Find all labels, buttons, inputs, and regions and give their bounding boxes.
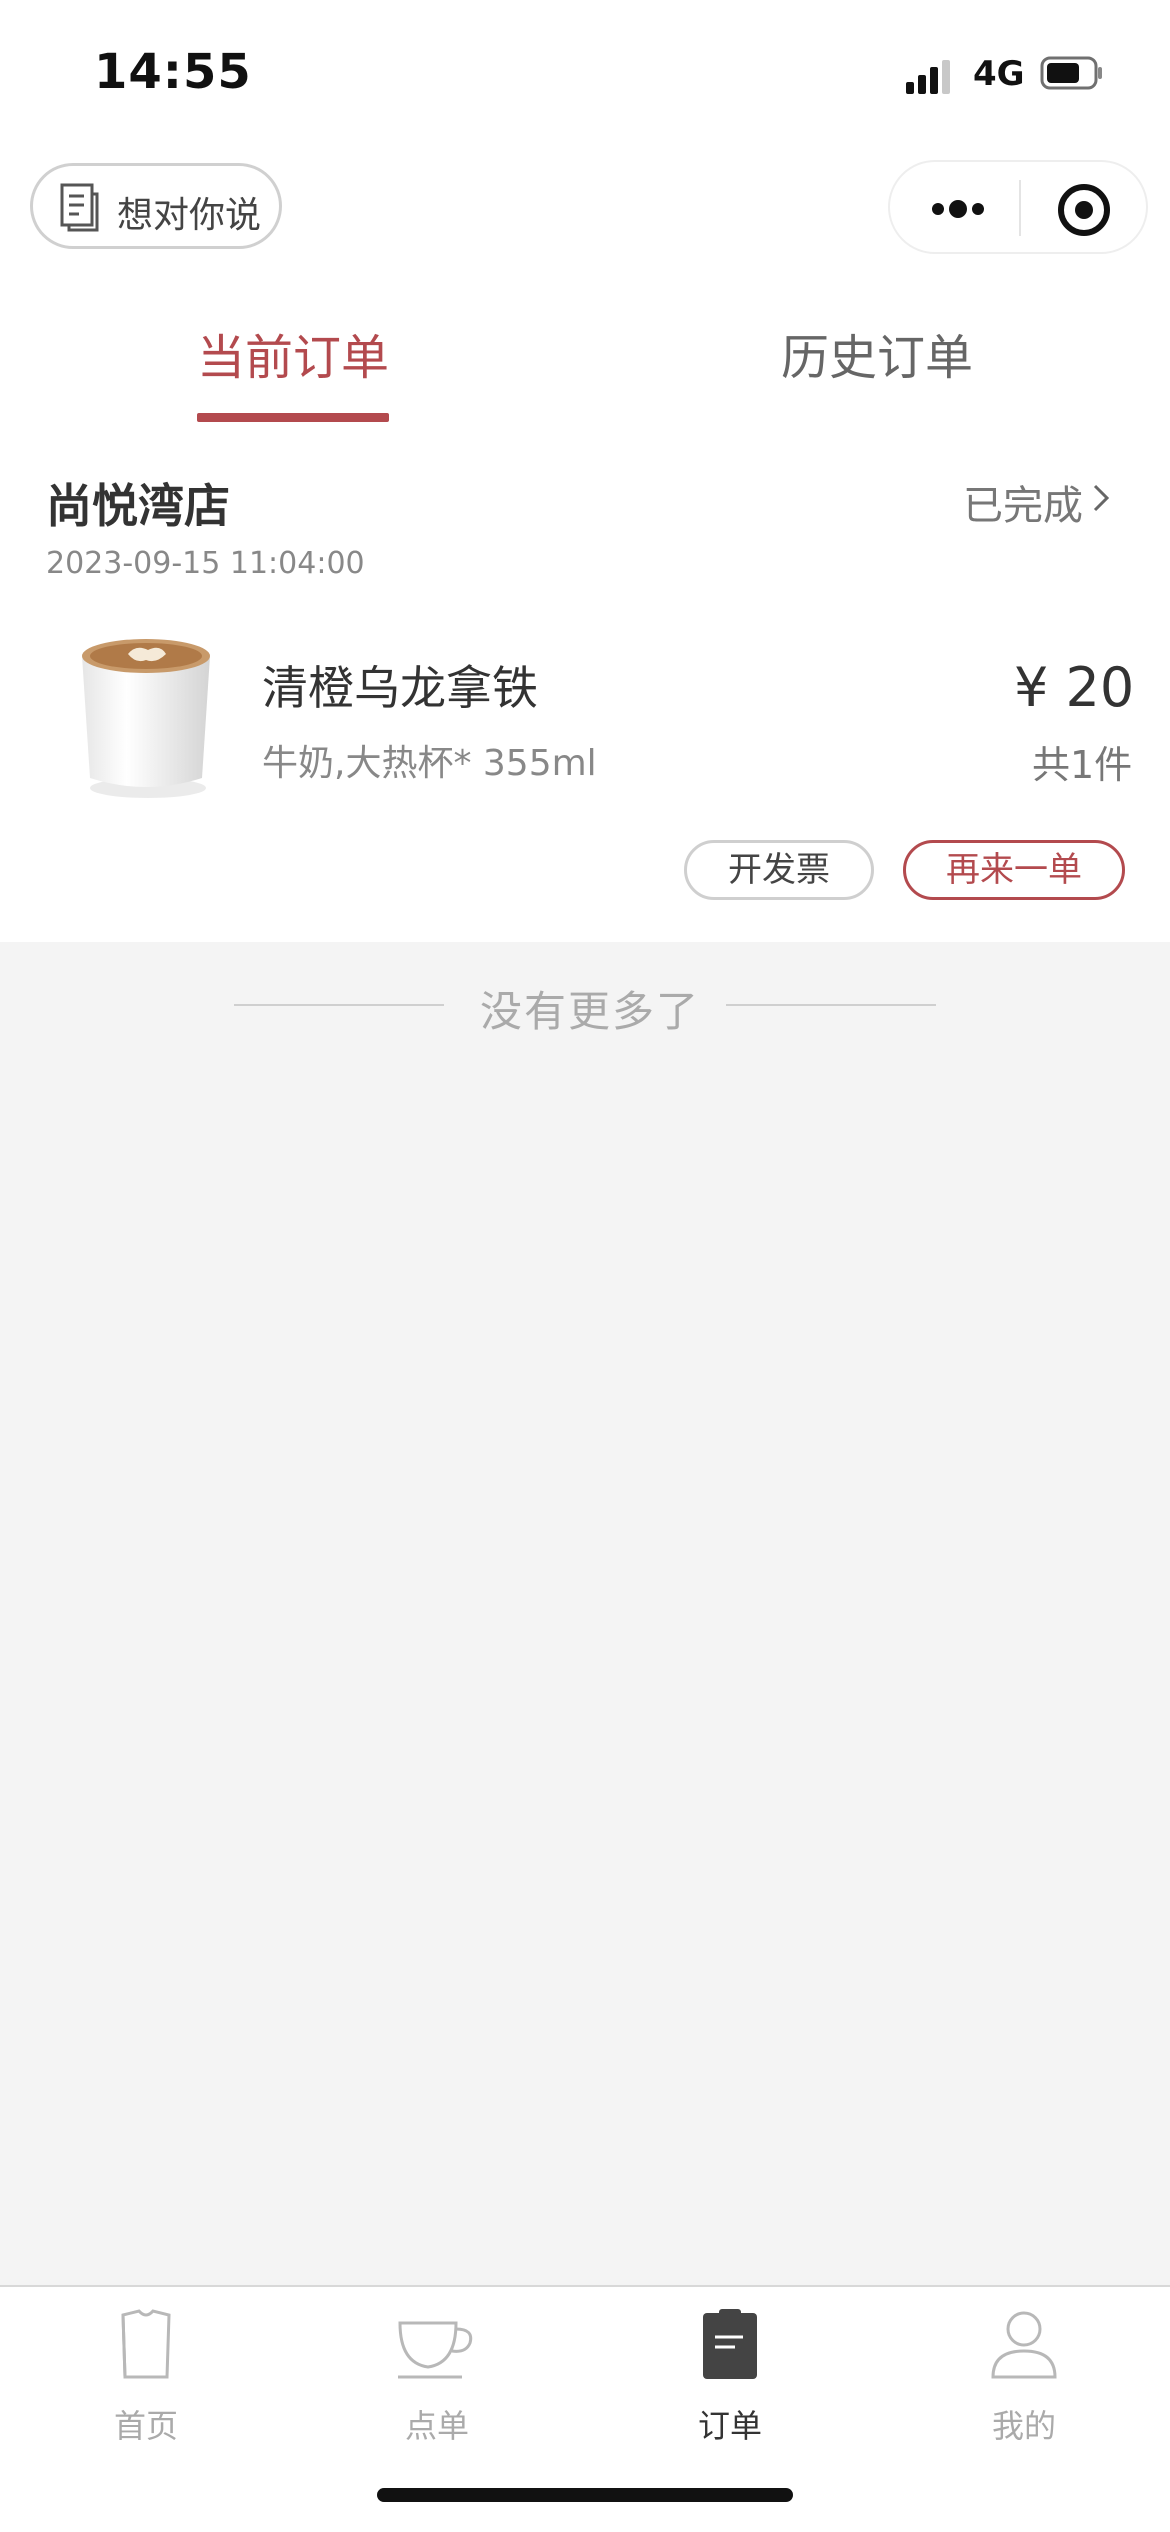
- signal-bars-icon: [906, 58, 950, 94]
- tab-current-orders[interactable]: 当前订单: [197, 318, 389, 388]
- product-spec: 牛奶,大热杯* 355ml: [262, 743, 597, 784]
- product-name: 清橙乌龙拿铁: [262, 661, 538, 715]
- order-status[interactable]: 已完成: [963, 473, 1083, 531]
- store-name: 尚悦湾店: [46, 479, 230, 533]
- divider-right: [726, 1004, 936, 1006]
- order-time: 2023-09-15 11:04:00: [46, 546, 365, 581]
- chevron-right-icon[interactable]: [1090, 478, 1114, 518]
- tabbar-label-menu: 点单: [404, 2407, 469, 2445]
- status-time: 14:55: [94, 44, 252, 100]
- tabbar-item-menu[interactable]: 点单: [357, 2301, 517, 2461]
- target-circle-icon[interactable]: [1056, 182, 1112, 238]
- reorder-button[interactable]: 再来一单: [903, 840, 1125, 900]
- capsule-divider: [1019, 180, 1021, 236]
- battery-icon: [1040, 56, 1102, 90]
- feedback-label: 想对你说: [117, 195, 262, 236]
- tabbar-item-profile[interactable]: 我的: [944, 2301, 1104, 2461]
- tabbar-item-home[interactable]: 首页: [66, 2301, 226, 2461]
- tabbar-label-profile: 我的: [991, 2407, 1056, 2445]
- no-more-text: 没有更多了: [480, 987, 701, 1036]
- home-indicator: [377, 2488, 793, 2502]
- network-type: 4G: [973, 54, 1025, 94]
- document-icon: [60, 183, 99, 232]
- invoice-button[interactable]: 开发票: [684, 840, 874, 900]
- latte-cup-image: [82, 639, 210, 798]
- feedback-button[interactable]: 想对你说: [30, 163, 282, 249]
- active-tab-indicator: [197, 413, 389, 422]
- divider-left: [234, 1004, 444, 1006]
- product-price: ¥ 20: [1014, 656, 1135, 719]
- item-count: 共1件: [1032, 743, 1133, 787]
- user-icon: [991, 2311, 1057, 2379]
- tab-history-orders[interactable]: 历史订单: [781, 318, 973, 388]
- coffee-cup-icon: [398, 2321, 473, 2379]
- tabbar-label-home: 首页: [113, 2407, 178, 2445]
- order-list-icon: [703, 2309, 757, 2379]
- more-dots-icon[interactable]: [928, 186, 988, 232]
- tabbar-label-orders: 订单: [697, 2407, 762, 2445]
- miniprogram-capsule: [888, 160, 1148, 254]
- tshirt-home-icon: [121, 2309, 171, 2379]
- tabbar-item-orders[interactable]: 订单: [650, 2301, 810, 2461]
